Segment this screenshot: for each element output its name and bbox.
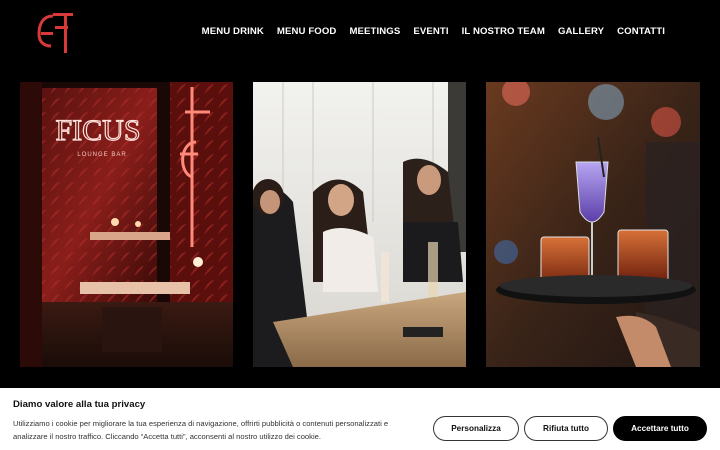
nav-meetings[interactable]: MEETINGS — [349, 26, 400, 37]
customize-button[interactable]: Personalizza — [433, 416, 519, 441]
photo-cocktails-tray[interactable] — [486, 82, 700, 367]
photo-guests-celebrating[interactable] — [253, 82, 466, 367]
nav-il-nostro-team[interactable]: IL NOSTRO TEAM — [462, 26, 545, 37]
nav-menu-food[interactable]: MENU FOOD — [277, 26, 337, 37]
accept-all-button[interactable]: Accettare tutto — [613, 416, 707, 441]
ficus-logo-icon — [37, 13, 73, 53]
neon-sign-main: FICUS — [55, 114, 140, 147]
nav-gallery[interactable]: GALLERY — [558, 26, 604, 37]
cookie-banner: Diamo valore alla tua privacy Utilizziam… — [0, 388, 720, 450]
photo-restaurant-interior[interactable]: FICUS LOUNGE BAR — [20, 82, 233, 367]
nav-menu-drink[interactable]: MENU DRINK — [202, 26, 264, 37]
site-header: MENU DRINK MENU FOOD MEETINGS EVENTI IL … — [0, 0, 720, 70]
cookie-banner-title: Diamo valore alla tua privacy — [13, 399, 146, 410]
main-nav: MENU DRINK MENU FOOD MEETINGS EVENTI IL … — [202, 26, 665, 37]
logo[interactable] — [37, 12, 77, 54]
reject-all-button[interactable]: Rifiuta tutto — [524, 416, 608, 441]
neon-sign-sub: LOUNGE BAR — [77, 152, 126, 158]
nav-eventi[interactable]: EVENTI — [413, 26, 448, 37]
photo-gallery: FICUS LOUNGE BAR — [20, 82, 700, 367]
nav-contatti[interactable]: CONTATTI — [617, 26, 665, 37]
cookie-banner-text: Utilizziamo i cookie per migliorare la t… — [13, 419, 389, 441]
